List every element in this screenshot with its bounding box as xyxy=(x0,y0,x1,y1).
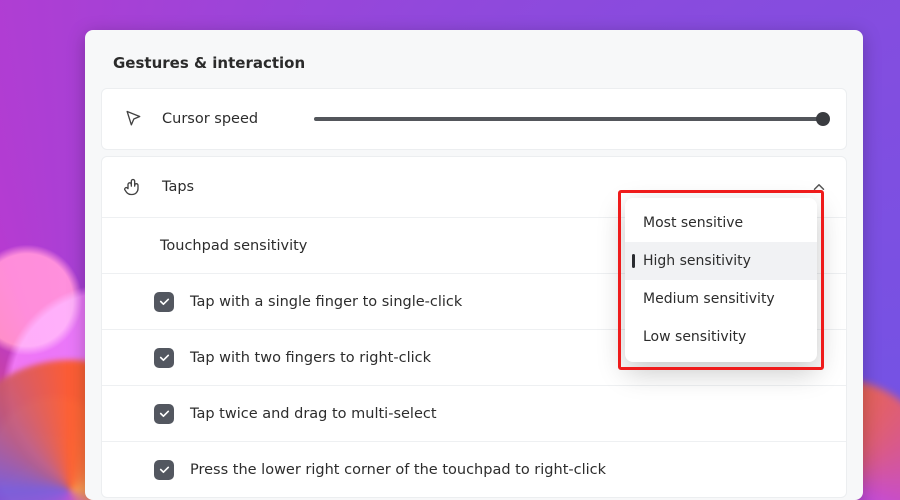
checkbox-icon[interactable] xyxy=(154,348,174,368)
checkbox-icon[interactable] xyxy=(154,292,174,312)
dropdown-item-high-sensitivity[interactable]: High sensitivity xyxy=(625,242,817,280)
dropdown-item-most-sensitive[interactable]: Most sensitive xyxy=(625,204,817,242)
tap-option-row-3[interactable]: Press the lower right corner of the touc… xyxy=(102,441,846,497)
tap-option-label: Tap with two fingers to right-click xyxy=(190,350,431,366)
tap-option-row-2[interactable]: Tap twice and drag to multi-select xyxy=(102,385,846,441)
tap-option-label: Tap twice and drag to multi-select xyxy=(190,406,437,422)
cursor-speed-card: Cursor speed xyxy=(101,88,847,150)
tap-option-label: Tap with a single finger to single-click xyxy=(190,294,462,310)
tap-icon xyxy=(120,177,146,197)
checkbox-icon[interactable] xyxy=(154,404,174,424)
cursor-speed-label: Cursor speed xyxy=(162,111,258,127)
checkbox-icon[interactable] xyxy=(154,460,174,480)
taps-label: Taps xyxy=(162,179,194,195)
chevron-up-icon xyxy=(810,178,828,196)
cursor-icon xyxy=(120,109,146,129)
section-title: Gestures & interaction xyxy=(85,48,863,88)
cursor-speed-row: Cursor speed xyxy=(102,89,846,149)
dropdown-item-low-sensitivity[interactable]: Low sensitivity xyxy=(625,318,817,356)
dropdown-item-medium-sensitivity[interactable]: Medium sensitivity xyxy=(625,280,817,318)
settings-panel: Gestures & interaction Cursor speed xyxy=(85,30,863,500)
tap-option-label: Press the lower right corner of the touc… xyxy=(190,462,606,478)
cursor-speed-slider[interactable] xyxy=(274,117,828,121)
touchpad-sensitivity-label: Touchpad sensitivity xyxy=(160,238,307,254)
sensitivity-dropdown: Most sensitive High sensitivity Medium s… xyxy=(625,198,817,362)
